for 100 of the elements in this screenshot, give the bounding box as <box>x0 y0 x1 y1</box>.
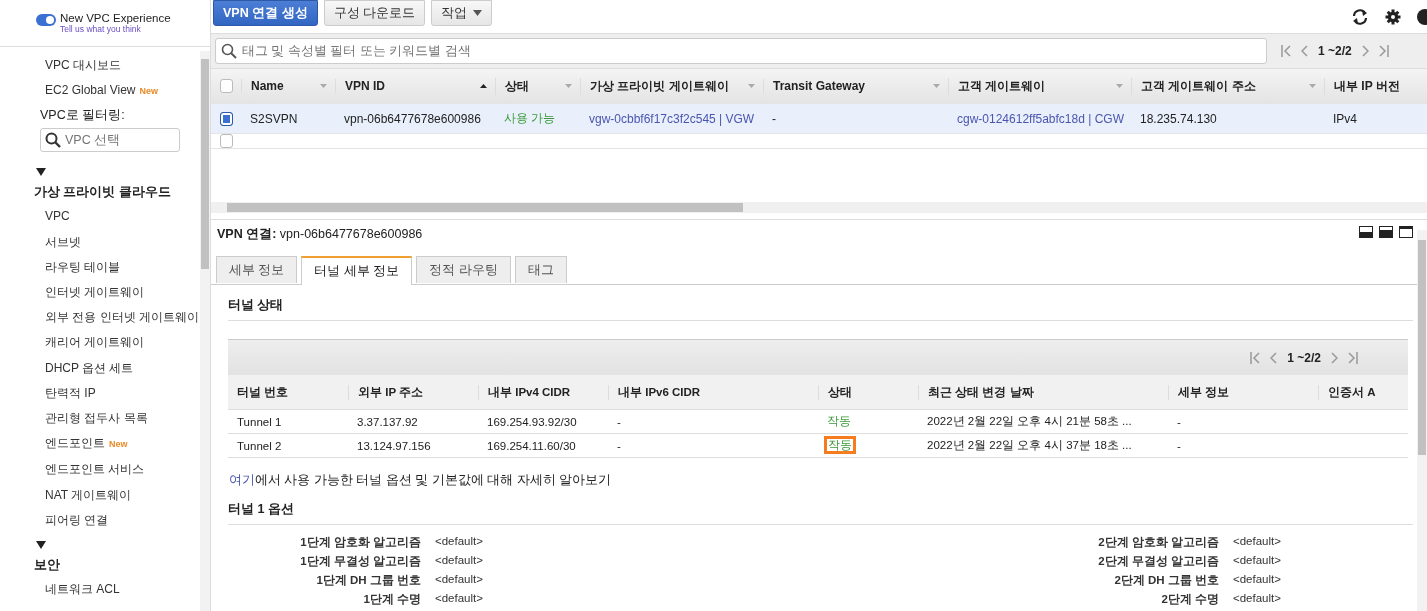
learn-more-link[interactable]: 여기 <box>229 473 255 487</box>
settings-icon[interactable] <box>1385 8 1401 25</box>
refresh-icon[interactable] <box>1351 7 1369 26</box>
scrollbar[interactable] <box>200 51 210 611</box>
select-all-checkbox[interactable] <box>220 79 233 93</box>
nav-item[interactable]: 엔드포인트 서비스 <box>45 457 145 483</box>
table-cell: Tunnel 2 <box>237 439 282 452</box>
column-header[interactable]: 상태 <box>828 385 852 398</box>
sort-icon[interactable] <box>933 84 940 88</box>
nav-item[interactable]: 외부 전용 인터넷 게이트웨이 <box>45 305 199 331</box>
tab[interactable]: 태그 <box>514 256 567 283</box>
column-header[interactable]: 내부 IP 버전 <box>1334 77 1400 95</box>
layout-icon[interactable] <box>1379 226 1393 238</box>
tab[interactable]: 정적 라우팅 <box>416 256 511 283</box>
nav-item[interactable]: 라우팅 테이블 <box>45 254 121 280</box>
nav-item[interactable]: NAT 게이트웨이 <box>45 482 132 508</box>
nav-item[interactable]: 서브넷 <box>45 229 81 255</box>
new-label: New <box>139 85 158 99</box>
row-checkbox[interactable] <box>220 134 233 148</box>
option-label: 1단계 무결성 알고리즘 <box>299 554 421 569</box>
option-label: 1단계 암호화 알고리즘 <box>299 535 421 550</box>
nav-item[interactable]: 관리형 접두사 목록 <box>45 406 148 432</box>
column-header[interactable]: 가상 프라이빗 게이트웨이 <box>590 77 729 95</box>
layout-icon[interactable] <box>1399 226 1413 238</box>
table-cell: 2022년 2월 22일 오후 4시 21분 58초 ... <box>927 415 1132 427</box>
toolbar-button[interactable]: 구성 다운로드 <box>323 0 426 26</box>
nav-item[interactable]: 엔드포인트 <box>45 431 105 457</box>
gateway-link[interactable]: cgw-0124612ff5abfc18d | CGW <box>957 111 1124 126</box>
gateway-link[interactable]: vgw-0cbbf6f17c3f2c545 | VGW <box>589 111 755 126</box>
option-value: <default> <box>1233 554 1282 568</box>
toggle-switch[interactable] <box>36 14 56 26</box>
option-value: <default> <box>435 535 484 549</box>
first-page-icon[interactable] <box>1250 351 1261 364</box>
sort-icon[interactable] <box>1309 84 1316 88</box>
previous-page-icon[interactable] <box>1301 45 1308 57</box>
toolbar-button[interactable]: VPN 연결 생성 <box>213 0 318 26</box>
column-header[interactable]: Transit Gateway <box>773 79 866 93</box>
previous-page-icon[interactable] <box>1270 351 1278 364</box>
row-checkbox[interactable] <box>220 111 233 126</box>
option-label: 2단계 DH 그룹 번호 <box>1113 573 1219 588</box>
section-title[interactable]: 보안 <box>16 553 200 578</box>
nav-item[interactable]: 네트워크 ACL <box>45 577 120 603</box>
last-page-icon[interactable] <box>1348 351 1358 364</box>
section-title[interactable]: 가상 프라이빗 클라우드 <box>16 180 200 205</box>
scrollbar[interactable] <box>211 202 1427 213</box>
column-header[interactable]: 내부 IPv6 CIDR <box>618 385 701 398</box>
sort-icon[interactable] <box>748 84 755 88</box>
sort-icon[interactable] <box>320 84 327 88</box>
last-page-icon[interactable] <box>1378 45 1389 57</box>
next-page-icon[interactable] <box>1331 351 1338 364</box>
layout-icon[interactable] <box>1359 226 1373 238</box>
feedback-link[interactable]: Tell us what you think <box>60 24 171 34</box>
table-cell: - <box>617 415 621 428</box>
page-range: 1 ~2/2 <box>1318 44 1352 58</box>
column-header[interactable]: 상태 <box>505 77 529 95</box>
option-value: <default> <box>435 592 484 606</box>
search-icon <box>45 132 61 149</box>
scrollbar[interactable] <box>1417 230 1427 611</box>
table-cell: 2022년 2월 22일 오후 4시 37분 18초 ... <box>927 439 1132 451</box>
vpc-select-field[interactable]: VPC 선택 <box>40 128 180 153</box>
column-header[interactable]: Name <box>251 79 284 93</box>
filter-label: VPC로 필터링: <box>39 107 126 125</box>
column-header[interactable]: 세부 정보 <box>1178 385 1230 398</box>
sort-ascending-icon[interactable] <box>480 84 487 88</box>
next-page-icon[interactable] <box>1361 45 1369 57</box>
column-header[interactable]: 고객 게이트웨이 주소 <box>1141 77 1256 95</box>
nav-item[interactable]: DHCP 옵션 세트 <box>45 355 134 381</box>
option-value: <default> <box>435 573 484 587</box>
option-value: <default> <box>1233 592 1282 606</box>
table-cell: - <box>772 111 776 126</box>
tab[interactable]: 세부 정보 <box>216 256 298 283</box>
nav-item[interactable]: 탄력적 IP <box>45 380 96 407</box>
collapse-caret-icon[interactable] <box>36 168 46 177</box>
option-value: <default> <box>435 554 484 568</box>
column-header[interactable]: 고객 게이트웨이 <box>958 77 1046 95</box>
nav-item[interactable]: EC2 Global View <box>45 78 136 104</box>
actions-dropdown[interactable]: 작업 <box>431 0 493 26</box>
tab[interactable]: 터널 세부 정보 <box>301 256 413 285</box>
first-page-icon[interactable] <box>1281 45 1291 57</box>
nav-item[interactable]: VPC 대시보드 <box>45 53 121 79</box>
nav-item[interactable]: 인터넷 게이트웨이 <box>45 280 145 306</box>
sort-icon[interactable] <box>1116 84 1123 88</box>
section-title: 터널 1 옵션 <box>228 489 1413 525</box>
new-label: New <box>109 438 128 452</box>
nav-item[interactable]: VPC <box>45 204 70 230</box>
option-label: 2단계 암호화 알고리즘 <box>1097 535 1219 550</box>
column-header[interactable]: 내부 IPv4 CIDR <box>488 385 571 398</box>
search-field[interactable]: 태그 및 속성별 필터 또는 키워드별 검색 <box>215 38 1267 64</box>
option-label: 1단계 DH 그룹 번호 <box>315 573 421 588</box>
nav-item[interactable]: 피어링 연결 <box>45 507 109 534</box>
column-header[interactable]: 외부 IP 주소 <box>358 385 424 398</box>
column-header[interactable]: 인증서 A <box>1328 385 1376 398</box>
table-cell: - <box>1177 439 1181 452</box>
collapse-caret-icon[interactable] <box>36 541 46 550</box>
column-header[interactable]: VPN ID <box>345 79 385 93</box>
sort-icon[interactable] <box>565 84 572 88</box>
option-label: 2단계 무결성 알고리즘 <box>1097 554 1219 569</box>
nav-item[interactable]: 캐리어 게이트웨이 <box>45 330 145 356</box>
column-header[interactable]: 최근 상태 변경 날짜 <box>928 385 1034 398</box>
column-header[interactable]: 터널 번호 <box>237 385 289 398</box>
